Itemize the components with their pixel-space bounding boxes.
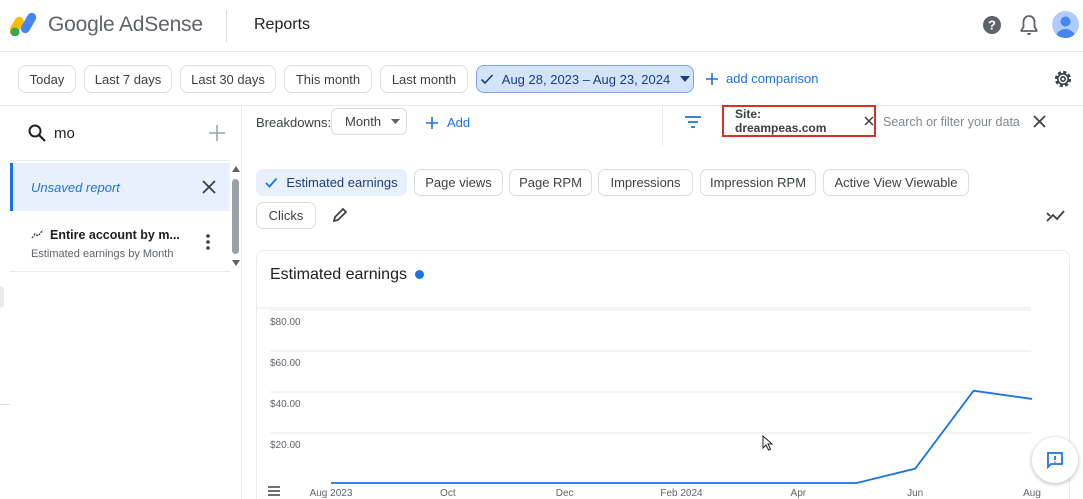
feedback-icon bbox=[1047, 452, 1063, 469]
filter-icon[interactable] bbox=[684, 115, 702, 129]
date-range-picker[interactable]: Aug 28, 2023 – Aug 23, 2024 bbox=[476, 65, 694, 93]
divider bbox=[10, 160, 230, 161]
check-icon bbox=[265, 177, 278, 188]
y-tick-label: $80.00 bbox=[270, 317, 301, 328]
metric-chip-page-views[interactable]: Page views bbox=[414, 169, 503, 196]
series-line[interactable] bbox=[331, 389, 1033, 484]
site-filter-label: Site: dreampeas.com bbox=[735, 107, 827, 135]
x-tick-label: Apr bbox=[791, 488, 807, 499]
saved-reports-sidebar: mo Unsaved report Entire account by m...… bbox=[10, 106, 242, 499]
x-tick-label: Oct bbox=[440, 488, 456, 499]
date-chip-last-30-days[interactable]: Last 30 days bbox=[180, 65, 276, 93]
metric-chip-clicks[interactable]: Clicks bbox=[256, 202, 316, 229]
breakdowns-label: Breakdowns: bbox=[256, 115, 332, 130]
x-tick-label: Feb 2024 bbox=[660, 488, 703, 499]
x-tick-label: Aug bbox=[1023, 488, 1041, 499]
y-tick-label: $40.00 bbox=[270, 399, 301, 410]
metric-chip-active-view-viewable[interactable]: Active View Viewable bbox=[823, 169, 969, 196]
svg-text:?: ? bbox=[988, 18, 996, 33]
plus-icon bbox=[706, 72, 718, 85]
collapsed-panel-handle[interactable] bbox=[0, 286, 4, 308]
page-title: Reports bbox=[254, 16, 311, 33]
scroll-up-arrow-icon[interactable] bbox=[232, 166, 240, 172]
avatar-icon bbox=[1055, 16, 1076, 38]
more-vert-icon[interactable] bbox=[206, 234, 210, 250]
sparkle-trend-icon bbox=[31, 229, 44, 239]
feedback-button[interactable] bbox=[1032, 437, 1078, 483]
metric-chip-impression-rpm[interactable]: Impression RPM bbox=[700, 169, 816, 196]
report-item-unsaved[interactable]: Unsaved report bbox=[10, 163, 230, 211]
date-chip-today[interactable]: Today bbox=[18, 65, 76, 93]
settings-gear-icon[interactable] bbox=[1052, 68, 1074, 90]
scroll-down-arrow-icon[interactable] bbox=[232, 260, 240, 266]
date-chip-last-7-days[interactable]: Last 7 days bbox=[84, 65, 172, 93]
close-icon[interactable] bbox=[202, 180, 216, 194]
date-range-toolbar: Today Last 7 days Last 30 days This mont… bbox=[0, 52, 1083, 106]
avatar[interactable] bbox=[1052, 11, 1079, 38]
x-tick-label: Aug 2023 bbox=[310, 488, 353, 499]
help-icon[interactable]: ? bbox=[982, 15, 1002, 35]
divider bbox=[0, 404, 10, 405]
close-icon[interactable] bbox=[1033, 115, 1046, 128]
mouse-cursor-icon bbox=[762, 435, 774, 451]
sidebar-scrollbar[interactable] bbox=[232, 179, 239, 254]
check-icon bbox=[480, 74, 493, 85]
notifications-icon[interactable] bbox=[1019, 14, 1039, 36]
site-filter-chip[interactable]: Site: dreampeas.com bbox=[722, 105, 876, 137]
adsense-logo-icon[interactable] bbox=[10, 12, 40, 36]
add-breakdown-button[interactable]: Add bbox=[426, 115, 470, 130]
metric-chip-impressions[interactable]: Impressions bbox=[598, 169, 693, 196]
top-app-bar: Google AdSense Reports ? bbox=[0, 0, 1083, 52]
estimated-earnings-chart-card: Estimated earnings $20.00 $40.00 $60.00 $80… bbox=[256, 250, 1070, 499]
x-tick-label: Dec bbox=[556, 488, 574, 499]
divider bbox=[662, 106, 663, 146]
add-comparison-button[interactable]: add comparison bbox=[706, 71, 819, 86]
metric-chip-estimated-earnings[interactable]: Estimated earnings bbox=[256, 169, 407, 196]
report-item-entire-account[interactable]: Entire account by m... Estimated earning… bbox=[10, 216, 230, 272]
table-view-icon[interactable] bbox=[268, 486, 280, 496]
metric-chip-label: Estimated earnings bbox=[286, 175, 398, 190]
date-chip-last-month[interactable]: Last month bbox=[380, 65, 468, 93]
y-tick-label: $20.00 bbox=[270, 440, 301, 451]
add-breakdown-label: Add bbox=[447, 115, 471, 130]
filter-search-input[interactable]: Search or filter your data bbox=[883, 115, 1020, 129]
y-tick-label: $60.00 bbox=[270, 358, 301, 369]
chevron-down-icon bbox=[391, 119, 401, 124]
breakdown-select-value: Month bbox=[345, 114, 382, 129]
breakdown-select[interactable]: Month bbox=[331, 108, 407, 135]
header-divider bbox=[226, 10, 227, 42]
close-icon[interactable] bbox=[864, 116, 874, 126]
date-chip-this-month[interactable]: This month bbox=[284, 65, 372, 93]
chevron-down-icon bbox=[680, 76, 691, 82]
report-item-title: Entire account by m... bbox=[50, 228, 180, 242]
report-search-input[interactable]: mo bbox=[54, 125, 75, 142]
edit-pencil-icon[interactable] bbox=[332, 207, 348, 223]
metric-chip-page-rpm[interactable]: Page RPM bbox=[509, 169, 592, 196]
report-item-label: Unsaved report bbox=[31, 180, 120, 195]
add-report-icon[interactable] bbox=[209, 125, 225, 141]
add-comparison-label: add comparison bbox=[726, 71, 819, 86]
x-tick-label: Jun bbox=[907, 488, 923, 499]
search-icon bbox=[28, 124, 46, 142]
plus-icon bbox=[426, 116, 438, 129]
report-item-subtitle: Estimated earnings by Month bbox=[31, 248, 174, 260]
date-range-label: Aug 28, 2023 – Aug 23, 2024 bbox=[501, 71, 671, 87]
trending-icon[interactable] bbox=[1046, 209, 1066, 223]
earnings-line-chart: $20.00 $40.00 $60.00 $80.00 Aug 2023 Oct Dec Fe… bbox=[257, 307, 1041, 499]
breakdown-filter-bar: Breakdowns: Month Add Site: dreampeas.co… bbox=[242, 105, 1083, 146]
brand-name: Google AdSense bbox=[48, 13, 203, 36]
